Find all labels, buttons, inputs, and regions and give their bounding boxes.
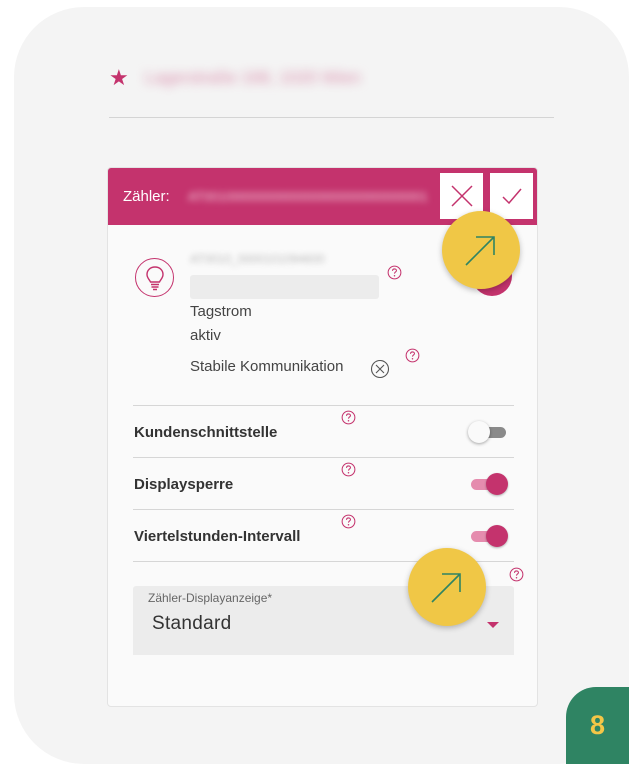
meter-name-field[interactable] (190, 275, 379, 299)
check-icon (501, 188, 522, 205)
help-icon[interactable] (387, 265, 402, 280)
meter-label: Zähler: (123, 188, 170, 205)
lightbulb-icon (145, 265, 164, 290)
communication-text: Stabile Kommunikation (190, 358, 344, 375)
select-label: Zähler-Displayanzeige* (148, 591, 273, 605)
row-divider (133, 457, 514, 458)
kundenschnittstelle-toggle[interactable] (468, 420, 508, 444)
setting-label-displaysperre: Displaysperre (134, 476, 234, 493)
close-icon (450, 185, 473, 207)
meter-type-indicator (135, 258, 174, 297)
star-icon[interactable]: ★ (109, 67, 129, 89)
displaysperre-toggle[interactable] (468, 472, 508, 496)
select-value: Standard (152, 613, 232, 634)
toggle-knob (486, 473, 508, 495)
status-text: aktiv (190, 327, 221, 344)
meter-point-name: AT0010_0000101094600 (190, 252, 325, 266)
row-divider (133, 405, 514, 406)
toggle-knob (486, 525, 508, 547)
caret-down-icon (487, 622, 499, 628)
help-icon[interactable] (509, 567, 524, 582)
tutorial-hint-save[interactable] (442, 211, 520, 289)
toggle-knob (468, 421, 490, 443)
x-circle-icon (370, 359, 390, 379)
arrow-up-right-icon (431, 573, 461, 603)
tutorial-hint-display[interactable] (408, 548, 486, 626)
step-badge: 8 (566, 687, 629, 764)
row-divider (133, 509, 514, 510)
viertelstunden-toggle[interactable] (468, 524, 508, 548)
help-icon[interactable] (341, 514, 356, 529)
help-icon[interactable] (405, 348, 420, 363)
address-title: Lagerstraße 168, 1020 Wien (145, 68, 361, 87)
help-icon[interactable] (341, 462, 356, 477)
help-icon[interactable] (341, 410, 356, 425)
arrow-up-right-icon (465, 236, 495, 266)
meter-id: AT0010000000000000000000000000001 (188, 189, 428, 204)
setting-label-viertelstunden: Viertelstunden-Intervall (134, 528, 301, 545)
tariff-text: Tagstrom (190, 303, 252, 320)
setting-label-kundenschnittstelle: Kundenschnittstelle (134, 424, 278, 441)
header-divider (109, 117, 554, 118)
